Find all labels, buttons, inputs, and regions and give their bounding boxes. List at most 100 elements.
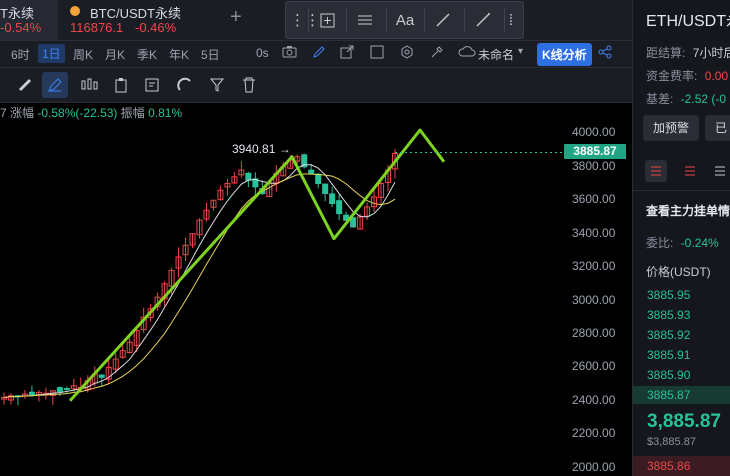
ratio-label: 委比:	[646, 236, 674, 250]
settings-icon[interactable]	[400, 45, 414, 62]
amplitude-value: 0.81%	[148, 106, 183, 120]
timeframe-year[interactable]: 年K	[169, 46, 189, 63]
orderbook-title[interactable]: 查看主力挂单情	[646, 202, 730, 219]
note-icon[interactable]	[140, 72, 166, 98]
tab-eth[interactable]: T永续 -0.54%	[0, 0, 58, 40]
line-style-icon[interactable]	[346, 2, 384, 38]
change-label: 涨幅	[10, 106, 35, 120]
ruler-icon[interactable]	[12, 72, 38, 98]
book-price[interactable]: 3885.91	[647, 348, 690, 362]
share-icon[interactable]	[598, 45, 612, 62]
candle	[308, 169, 315, 174]
y-tick-label: 2000.00	[572, 459, 616, 474]
plus-icon[interactable]: +	[230, 6, 242, 29]
candle	[28, 391, 35, 396]
ratio-row: 委比: -0.24%	[646, 234, 719, 251]
last-price: 3,885.87	[647, 411, 721, 432]
divider	[633, 190, 730, 191]
basis-value: -2.52 (-0	[680, 92, 727, 106]
btc-coin-icon	[70, 6, 80, 16]
orderbook-both-icon[interactable]	[645, 160, 667, 182]
candle-tool-icon[interactable]	[76, 72, 102, 98]
layout-name[interactable]: 未命名	[478, 46, 514, 63]
drawing-tools-row	[0, 67, 640, 103]
book-price[interactable]: 3885.90	[647, 368, 690, 382]
settlement-value: 7小时后	[692, 46, 730, 60]
tools-icon[interactable]	[430, 45, 444, 62]
y-tick-label: 3600.00	[572, 192, 616, 207]
chevron-down-icon[interactable]: ▾	[518, 46, 523, 57]
camera-icon[interactable]	[282, 45, 297, 61]
y-tick-label: 3200.00	[572, 259, 616, 274]
y-tick-label: 2600.00	[572, 359, 616, 374]
ratio-value: -0.24%	[680, 236, 719, 250]
price-info-line: 7 涨幅 -0.58%(-22.53) 振幅 0.81%	[0, 106, 183, 120]
symbol-title: ETH/USDT永续	[646, 13, 730, 30]
floating-draw-toolbar: ⋮⋮ Aa ⁞	[285, 1, 524, 39]
timeframe-month[interactable]: 月K	[105, 46, 125, 63]
funding-value: 0.00	[704, 69, 729, 83]
last-price-usd: $3,885.87	[647, 436, 696, 448]
secondary-button[interactable]: 已	[705, 115, 730, 141]
candle	[322, 183, 329, 195]
settlement-label: 距结算:	[646, 46, 686, 60]
y-tick-label: 3800.00	[572, 158, 616, 173]
candle	[56, 387, 63, 393]
y-tick-label: 3400.00	[572, 225, 616, 240]
price-axis[interactable]: 4000.00 3800.00 3600.00 3400.00 3200.00 3000.…	[565, 120, 630, 476]
tab-eth-change: -0.54%	[0, 20, 42, 35]
timeframe-1d[interactable]: 1日	[38, 44, 65, 63]
cloud-icon[interactable]	[458, 45, 476, 61]
trash-icon[interactable]	[236, 72, 262, 98]
funding-label: 资金费率:	[646, 69, 698, 83]
book-price[interactable]: 3885.93	[647, 308, 690, 322]
font-button[interactable]: Aa	[386, 2, 424, 38]
interval-value[interactable]: 0s	[256, 46, 269, 60]
timeframe-5d[interactable]: 5日	[201, 46, 220, 63]
pen-icon[interactable]	[312, 45, 326, 62]
book-price[interactable]: 3885.92	[647, 328, 690, 342]
magnet-icon[interactable]	[172, 72, 198, 98]
change-value: -0.58%(-22.53)	[37, 106, 118, 120]
candle	[245, 172, 252, 181]
candlestick-chart[interactable]	[0, 120, 565, 476]
line-tool-icon[interactable]	[424, 2, 462, 38]
orderbook-asks-icon[interactable]	[679, 160, 701, 185]
tab-btc-change: -0.46%	[135, 20, 177, 35]
y-tick-label: 2200.00	[572, 426, 616, 441]
current-price-tag: 3885.87	[564, 144, 626, 160]
candle	[98, 374, 105, 378]
settlement-row: 距结算: 7小时后	[646, 44, 730, 61]
ask-price[interactable]: 3885.86	[647, 459, 690, 473]
candle	[336, 200, 343, 215]
expand-icon[interactable]	[370, 45, 384, 62]
book-price[interactable]: 3885.87	[647, 388, 690, 402]
amplitude-label: 振幅	[120, 106, 145, 120]
price-header: 价格(USDT)	[646, 265, 711, 279]
add-alert-button[interactable]: 加预警	[643, 115, 700, 141]
orderbook-bids-icon[interactable]	[709, 160, 730, 185]
filter-icon[interactable]	[204, 72, 230, 98]
clipboard-icon[interactable]	[108, 72, 134, 98]
candle	[63, 388, 70, 391]
share-image-icon[interactable]	[340, 45, 354, 62]
chart-toolbar: 6时 1日 周K 月K 季K 年K 5日 0s 未命名 ▾ K线分析	[0, 40, 640, 68]
more-icon[interactable]: ⁞	[496, 2, 526, 38]
funding-row: 资金费率: 0.00	[646, 67, 728, 84]
timeframe-quarter[interactable]: 季K	[137, 46, 157, 63]
y-tick-label: 2800.00	[572, 325, 616, 340]
book-price[interactable]: 3885.95	[647, 288, 690, 302]
kline-analysis-button[interactable]: K线分析	[537, 43, 592, 66]
add-drawing-icon[interactable]	[308, 2, 346, 38]
timeframe-week[interactable]: 周K	[73, 46, 93, 63]
y-tick-label: 2400.00	[572, 392, 616, 407]
tab-btc[interactable]: BTC/USDT永续 116876.1 -0.46%	[60, 0, 220, 40]
brush-icon[interactable]	[42, 72, 68, 98]
timeframe-6h[interactable]: 6时	[11, 46, 30, 63]
candle	[329, 193, 336, 205]
tab-btc-price: 116876.1	[70, 20, 124, 35]
high-price-label: 3940.81 →	[232, 142, 291, 156]
basis-row: 基差: -2.52 (-0	[646, 90, 726, 107]
moving-average-line	[3, 164, 396, 398]
y-tick-label: 4000.00	[572, 125, 616, 140]
